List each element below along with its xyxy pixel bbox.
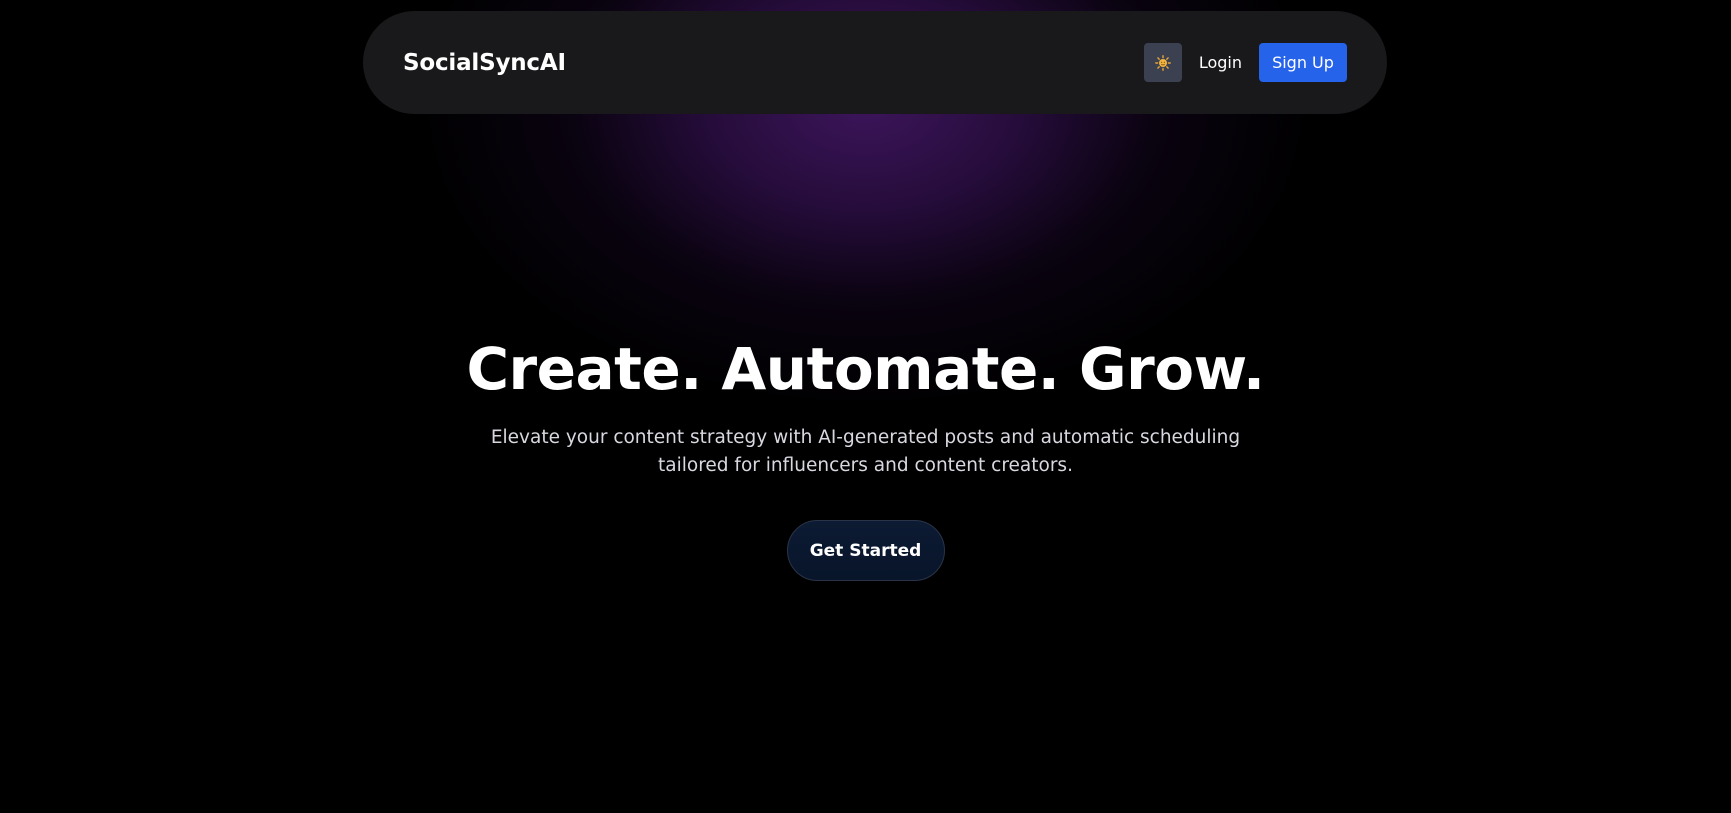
hero-title: Create. Automate. Grow. bbox=[466, 335, 1265, 403]
hero-subtitle: Elevate your content strategy with AI-ge… bbox=[490, 427, 1241, 476]
sun-icon bbox=[1154, 54, 1171, 71]
get-started-button[interactable]: Get Started bbox=[786, 520, 945, 581]
signup-button[interactable]: Sign Up bbox=[1259, 43, 1347, 82]
hero-section: Create. Automate. Grow. Elevate your con… bbox=[0, 330, 1731, 581]
landing-page: SocialSyncAI Login Sign Up Create. Autom… bbox=[0, 0, 1731, 813]
navbar: SocialSyncAI Login Sign Up bbox=[363, 11, 1387, 114]
nav-actions: Login Sign Up bbox=[1143, 43, 1347, 82]
brand-logo[interactable]: SocialSyncAI bbox=[403, 50, 566, 76]
theme-toggle-button[interactable] bbox=[1143, 43, 1182, 82]
login-link[interactable]: Login bbox=[1199, 53, 1242, 72]
